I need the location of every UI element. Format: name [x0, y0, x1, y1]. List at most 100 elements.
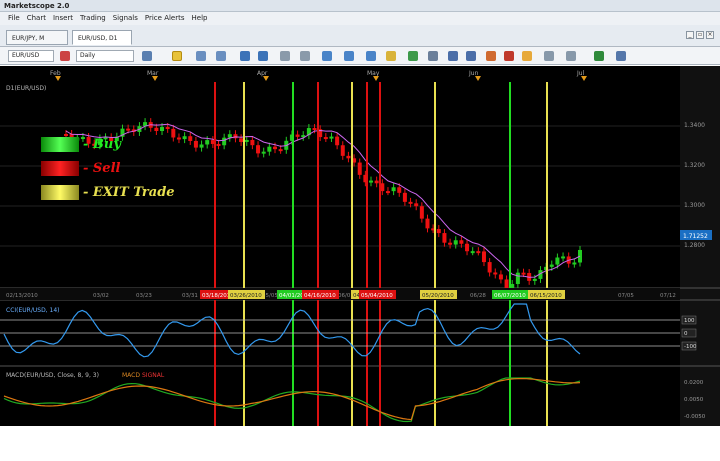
- candle-body: [391, 187, 396, 192]
- alert-icon[interactable]: [594, 51, 604, 61]
- tab-eur-jpy[interactable]: EUR/JPY, M: [6, 30, 68, 45]
- candle-body: [453, 240, 458, 245]
- arrow-icon[interactable]: [504, 51, 514, 61]
- candle-body: [272, 146, 277, 150]
- candle-body: [572, 262, 577, 265]
- text-icon[interactable]: [486, 51, 496, 61]
- candle-body: [267, 146, 272, 152]
- candle-body: [555, 257, 560, 265]
- tab-eur-usd[interactable]: EUR/USD, D1: [72, 30, 132, 45]
- candle-body: [340, 145, 345, 156]
- date-marker-label: 04/16/2010: [304, 293, 336, 299]
- scroll-right-icon[interactable]: [258, 51, 268, 61]
- candle-body: [408, 201, 413, 204]
- candle-body: [425, 218, 430, 229]
- candle-body: [414, 203, 419, 207]
- grid-icon[interactable]: [280, 51, 290, 61]
- window-controls: _ ▫ ×: [686, 31, 714, 39]
- legend-sell-label: - Sell: [83, 160, 121, 176]
- macd-tick-label: 0.0200: [684, 380, 704, 386]
- price-tick-label: 1.3400: [684, 122, 705, 129]
- candle-body: [402, 192, 407, 202]
- date-marker-label: 05/04/2010: [361, 293, 393, 299]
- candle-body: [199, 144, 204, 148]
- zoom-in-icon[interactable]: [196, 51, 206, 61]
- candle-body: [346, 155, 351, 159]
- macd-legend-label: MACD: [122, 372, 140, 379]
- scroll-left-icon[interactable]: [240, 51, 250, 61]
- candle-body: [233, 134, 238, 139]
- cci-panel-label: CCI(EUR/USD, 14): [6, 307, 59, 314]
- menu-bar: File Chart Insert Trading Signals Price …: [0, 12, 720, 25]
- date-tick-label: 07/12: [660, 293, 676, 299]
- candle-body: [188, 136, 193, 141]
- date-marker-label: 06/07/2010: [494, 293, 526, 299]
- menu-help[interactable]: Help: [192, 12, 208, 25]
- candle-body: [442, 233, 447, 243]
- candle-type-icon[interactable]: [60, 51, 70, 61]
- menu-price-alerts[interactable]: Price Alerts: [145, 12, 185, 25]
- month-label: Apr: [257, 70, 268, 77]
- date-marker-label: 03/26/2010: [230, 293, 262, 299]
- image-icon[interactable]: [408, 51, 418, 61]
- scale-icon[interactable]: [300, 51, 310, 61]
- date-tick-label: 06/28: [470, 293, 486, 299]
- candle-body: [515, 272, 520, 285]
- date-marker-label: 05/20/2010: [422, 293, 454, 299]
- shape-icon[interactable]: [544, 51, 554, 61]
- candle-body: [278, 149, 283, 152]
- menu-insert[interactable]: Insert: [53, 12, 73, 25]
- delete-icon[interactable]: [566, 51, 576, 61]
- candle-body: [329, 136, 334, 139]
- legend-sell: - Sell: [41, 160, 120, 176]
- candle-body: [295, 134, 300, 137]
- menu-signals[interactable]: Signals: [113, 12, 138, 25]
- zoom-out-icon[interactable]: [216, 51, 226, 61]
- close-icon[interactable]: ×: [706, 31, 714, 39]
- candle-body: [256, 145, 261, 154]
- candle-body: [216, 143, 221, 146]
- copy-icon[interactable]: [366, 51, 376, 61]
- menu-trading[interactable]: Trading: [80, 12, 106, 25]
- indicator-icon[interactable]: [142, 51, 152, 61]
- settings-icon[interactable]: [616, 51, 626, 61]
- window-title: Marketscope 2.0: [0, 0, 720, 12]
- candle-body: [239, 138, 244, 142]
- line-tool-icon[interactable]: [428, 51, 438, 61]
- timeframe-select[interactable]: Daily: [76, 50, 134, 62]
- cci-level-label: 0: [684, 331, 688, 337]
- menu-file[interactable]: File: [8, 12, 20, 25]
- month-label: Jun: [468, 70, 479, 77]
- candle-body: [498, 274, 503, 280]
- date-tick-label: 03/23: [136, 293, 152, 299]
- candle-body: [250, 139, 255, 146]
- candle-body: [481, 251, 486, 263]
- candle-body: [465, 243, 470, 252]
- candle-body: [171, 128, 176, 138]
- price-tick-label: 1.3200: [684, 162, 705, 169]
- symbol-select[interactable]: EUR/USD: [8, 50, 54, 62]
- menu-chart[interactable]: Chart: [27, 12, 46, 25]
- status-area: [0, 426, 720, 461]
- date-tick-label: 07/05: [618, 293, 634, 299]
- candle-body: [561, 256, 566, 259]
- print-icon[interactable]: [322, 51, 332, 61]
- chart-tabs: EUR/JPY, M EUR/USD, D1 _ ▫ ×: [0, 25, 720, 47]
- candle-body: [244, 139, 249, 142]
- save-icon[interactable]: [344, 51, 354, 61]
- fibonacci-icon[interactable]: [466, 51, 476, 61]
- crosshair-icon[interactable]: [172, 51, 182, 61]
- pencil-icon[interactable]: [386, 51, 396, 61]
- candle-body: [549, 264, 554, 267]
- month-label: May: [367, 70, 380, 77]
- minimize-icon[interactable]: _: [686, 31, 694, 39]
- chart-canvas: Feb Mar Apr May Jun Jul D1(EUR/USD) CCI(EUR/USD…: [0, 66, 720, 426]
- date-tick-label: 03/31: [182, 293, 198, 299]
- restore-icon[interactable]: ▫: [696, 31, 704, 39]
- chart-area[interactable]: Feb Mar Apr May Jun Jul D1(EUR/USD) CCI(EUR/USD…: [0, 66, 720, 426]
- candle-body: [227, 134, 232, 138]
- channel-icon[interactable]: [448, 51, 458, 61]
- brush-icon[interactable]: [522, 51, 532, 61]
- candle-body: [436, 229, 441, 234]
- legend-buy-label: - Buy: [83, 136, 121, 152]
